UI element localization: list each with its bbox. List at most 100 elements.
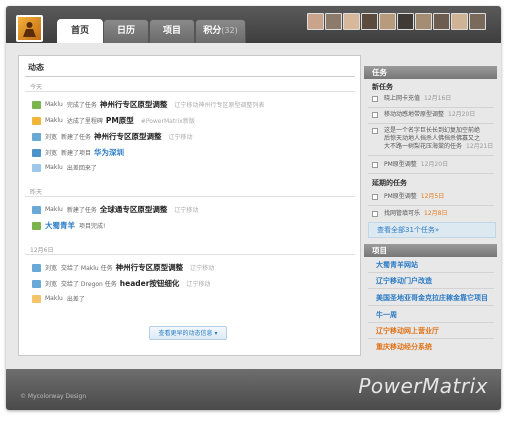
feed-target[interactable]: 神州行专区原型调整 [116,262,184,273]
project-link[interactable]: 重庆移动经分系统 [376,342,432,352]
feed-user[interactable]: 刘宽 [45,263,57,272]
team-member-avatar[interactable] [361,13,378,30]
feed-action: 新建了项目 [61,150,92,157]
task-label-line: 后惊天动地人挡杀人佛挡杀佛寡又之 [384,135,481,142]
list-item: Maklu 完成了任务 神州行专区原型调整 辽宁移动神州行专区原型调整列表 [32,99,264,110]
divider [368,272,494,273]
feed-action: 新建了任务 [66,207,97,214]
feed-user[interactable]: 刘宽 [45,132,57,141]
new-project-icon [32,148,41,157]
feed-target[interactable]: 神州行专区原型调整 [100,99,168,110]
list-item: 刘宽 新建了任务 神州行专区原型调整 辽宁移动 [32,131,193,142]
activity-panel: 动态 今天 Maklu 完成了任务 神州行专区原型调整 辽宁移动神州行专区原型调… [18,55,361,356]
divider [368,205,494,206]
task-label[interactable]: 找网管填可乐 [384,210,420,218]
project-link[interactable]: 美国圣地亚哥金克拉庄稼金靠它项目 [376,293,488,303]
feed-user[interactable]: Maklu [45,206,63,213]
project-link[interactable]: 大蜀青羊网站 [376,260,418,270]
divider [368,173,494,174]
divider [368,322,494,323]
team-member-avatar[interactable] [307,13,324,30]
task-checkbox[interactable] [372,162,378,168]
feed-user[interactable]: Maklu [45,295,63,302]
projects-heading: 项目 [364,244,497,257]
feed-target[interactable]: 大蜀青羊 [45,220,75,231]
team-member-avatar[interactable] [433,13,450,30]
section-label-yesterday: 昨天 [30,189,43,196]
list-item: 大蜀青羊 项目完成! [32,220,105,231]
feed-note: 辽宁移动 [190,265,215,272]
team-member-avatar[interactable] [397,13,414,30]
feed-target[interactable]: 华为深圳 [94,147,124,158]
tab-label: 积分 [203,26,222,36]
task-date-overdue: 12月8日 [424,210,448,217]
section-label-today: 今天 [30,84,43,91]
feed-note: 辽宁移动 [186,281,211,288]
task-label[interactable]: PM原型调整 [384,161,417,169]
feed-action: 出差回来了 [66,165,97,172]
feed-action: 新建了任务 [61,134,92,141]
feed-action: 达成了里程碑 [66,118,103,125]
divider [25,76,355,77]
team-member-avatar[interactable] [343,13,360,30]
task-checkbox[interactable] [372,96,378,102]
team-member-avatar[interactable] [415,13,432,30]
team-member-avatar[interactable] [325,13,342,30]
task-label-line: 大不路一树梨花压海棠的任务 [384,143,463,150]
task-date: 12月20日 [420,161,449,168]
task-checkbox[interactable] [372,194,378,200]
project-link[interactable]: 牛一周 [376,310,397,320]
assign-task-icon [32,263,41,272]
team-member-avatar[interactable] [451,13,468,30]
feed-action: 交给了 Dregon 任务 [61,281,117,288]
tab-points[interactable]: 积分(32) [195,19,246,43]
feed-target[interactable]: PM原型 [106,115,134,126]
task-checkbox[interactable] [372,211,378,217]
project-complete-icon [32,221,41,230]
task-label[interactable]: 晓上网卡充值 [384,95,420,103]
list-item: 刘宽 新建了项目 华为深圳 [32,147,124,158]
project-link[interactable]: 辽宁移动门户改造 [376,276,432,286]
task-item: 移动动感地带原型调整 12月20日 [372,111,475,119]
team-member-avatar[interactable] [379,13,396,30]
feed-user[interactable]: 刘宽 [45,279,57,288]
divider [25,254,355,255]
task-date: 12月16日 [424,95,452,102]
tab-label: 项目 [162,26,181,36]
feed-user[interactable]: 刘宽 [45,148,57,157]
travel-icon [32,163,41,172]
divider [368,155,494,156]
divider [368,123,494,124]
top-navigation-bar: 首页 日历 项目 积分(32) [6,6,501,43]
tab-projects[interactable]: 项目 [149,19,195,43]
assign-task-icon [32,279,41,288]
task-label[interactable]: 移动动感地带原型调整 [384,111,444,119]
divider [368,107,494,108]
task-checkbox[interactable] [372,128,378,134]
task-checkbox[interactable] [372,112,378,118]
copyright-text: © Mycolorway Design [20,393,87,400]
task-label-multiline[interactable]: 这是一个名字巨长长到幻复加空前绝 后惊天动地人挡杀人佛挡杀佛寡又之 大不路一树梨… [384,127,493,151]
feed-target[interactable]: 神州行专区原型调整 [94,131,162,142]
user-avatar-logo[interactable] [16,15,43,42]
project-link[interactable]: 辽宁移动网上营业厅 [376,326,439,336]
new-task-icon [32,205,41,214]
activity-title: 动态 [28,63,44,72]
tab-label: 日历 [116,26,135,36]
feed-user[interactable]: Maklu [45,117,63,124]
team-member-avatar[interactable] [469,13,486,30]
list-item: Maklu 新建了任务 全球通专区原型调整 辽宁移动 [32,204,198,215]
list-item: Maklu 出差了 [32,294,85,303]
feed-target[interactable]: header按钮细化 [120,278,180,289]
tab-calendar[interactable]: 日历 [103,19,149,43]
task-label[interactable]: PM原型调整 [384,193,417,201]
load-more-button[interactable]: 查看更早的动态信息 ▾ [149,326,227,340]
feed-user[interactable]: Maklu [45,164,63,171]
feed-target[interactable]: 全球通专区原型调整 [100,204,168,215]
task-date: 12月20日 [448,111,476,118]
feed-note: 项目完成! [79,223,106,230]
feed-user[interactable]: Maklu [45,101,63,108]
view-all-tasks-link[interactable]: 查看全部31个任务» [368,222,496,238]
tab-home[interactable]: 首页 [57,19,103,43]
task-date: 12月21日 [466,143,494,150]
